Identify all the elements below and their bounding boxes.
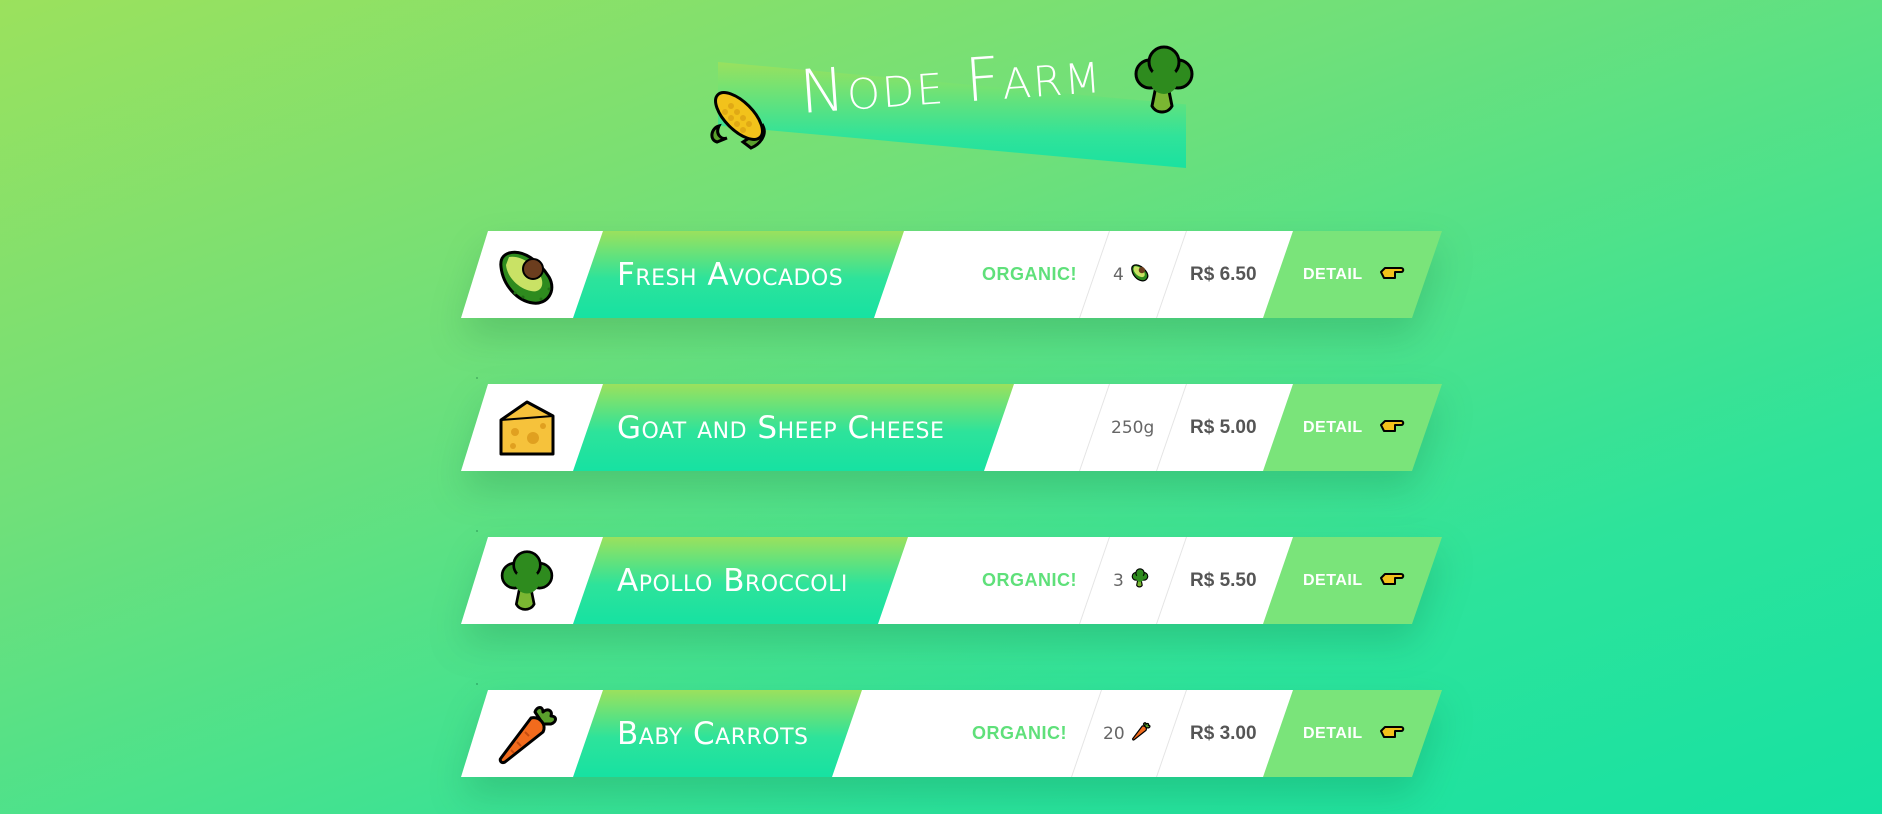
- pointing-hand-icon: [1379, 568, 1405, 593]
- avocado-icon: [495, 243, 559, 307]
- product-card: Baby Carrots ORGANIC! 20 R$ 3.00 DETAIL: [461, 690, 1442, 777]
- product-name-banner: Apollo Broccoli: [573, 537, 908, 624]
- quantity: 4: [1113, 231, 1150, 318]
- product-price: R$ 5.00: [1190, 416, 1257, 438]
- organic-badge: ORGANIC!: [982, 264, 1077, 284]
- product-name: Goat and Sheep Cheese: [617, 409, 945, 446]
- pointing-hand-icon: [1379, 262, 1405, 287]
- product-name: Baby Carrots: [617, 715, 809, 752]
- organic-badge: ORGANIC!: [972, 723, 1067, 743]
- product-card: Fresh Avocados ORGANIC! 4 R$ 6.50 DETAIL: [461, 231, 1442, 318]
- detail-label: DETAIL: [1303, 418, 1363, 436]
- product-name-banner: Baby Carrots: [573, 690, 862, 777]
- product-card: Goat and Sheep Cheese 250g R$ 5.00 DETAI…: [461, 384, 1442, 471]
- quantity: 20: [1103, 690, 1151, 777]
- carrot-icon: [1131, 721, 1151, 746]
- quantity-value: 250g: [1111, 417, 1155, 438]
- product-price: R$ 5.50: [1190, 569, 1257, 591]
- product-price: R$ 6.50: [1190, 263, 1257, 285]
- carrot-icon: [495, 702, 559, 766]
- quantity: 250g: [1111, 384, 1154, 471]
- broccoli-icon: [495, 549, 559, 613]
- pointing-hand-icon: [1379, 721, 1405, 746]
- product-name-banner: Goat and Sheep Cheese: [573, 384, 1014, 471]
- product-name: Apollo Broccoli: [617, 562, 848, 599]
- quantity-value: 20: [1103, 723, 1125, 744]
- avocado-icon: [1130, 262, 1150, 287]
- detail-label: DETAIL: [1303, 265, 1363, 283]
- detail-button[interactable]: DETAIL: [1263, 384, 1442, 471]
- product-name: Fresh Avocados: [617, 256, 844, 293]
- pointing-hand-icon: [1379, 415, 1405, 440]
- product-card: Apollo Broccoli ORGANIC! 3 R$ 5.50 DETAI…: [461, 537, 1442, 624]
- product-list: Fresh Avocados ORGANIC! 4 R$ 6.50 DETAIL: [0, 0, 1882, 814]
- broccoli-icon: [1130, 568, 1150, 593]
- detail-button[interactable]: DETAIL: [1263, 690, 1442, 777]
- quantity-value: 3: [1113, 570, 1124, 591]
- detail-label: DETAIL: [1303, 571, 1363, 589]
- product-name-banner: Fresh Avocados: [573, 231, 904, 318]
- cheese-icon: [495, 396, 559, 460]
- quantity-value: 4: [1113, 264, 1124, 285]
- detail-button[interactable]: DETAIL: [1263, 231, 1442, 318]
- detail-button[interactable]: DETAIL: [1263, 537, 1442, 624]
- organic-badge: ORGANIC!: [982, 570, 1077, 590]
- product-price: R$ 3.00: [1190, 722, 1257, 744]
- quantity: 3: [1113, 537, 1150, 624]
- detail-label: DETAIL: [1303, 724, 1363, 742]
